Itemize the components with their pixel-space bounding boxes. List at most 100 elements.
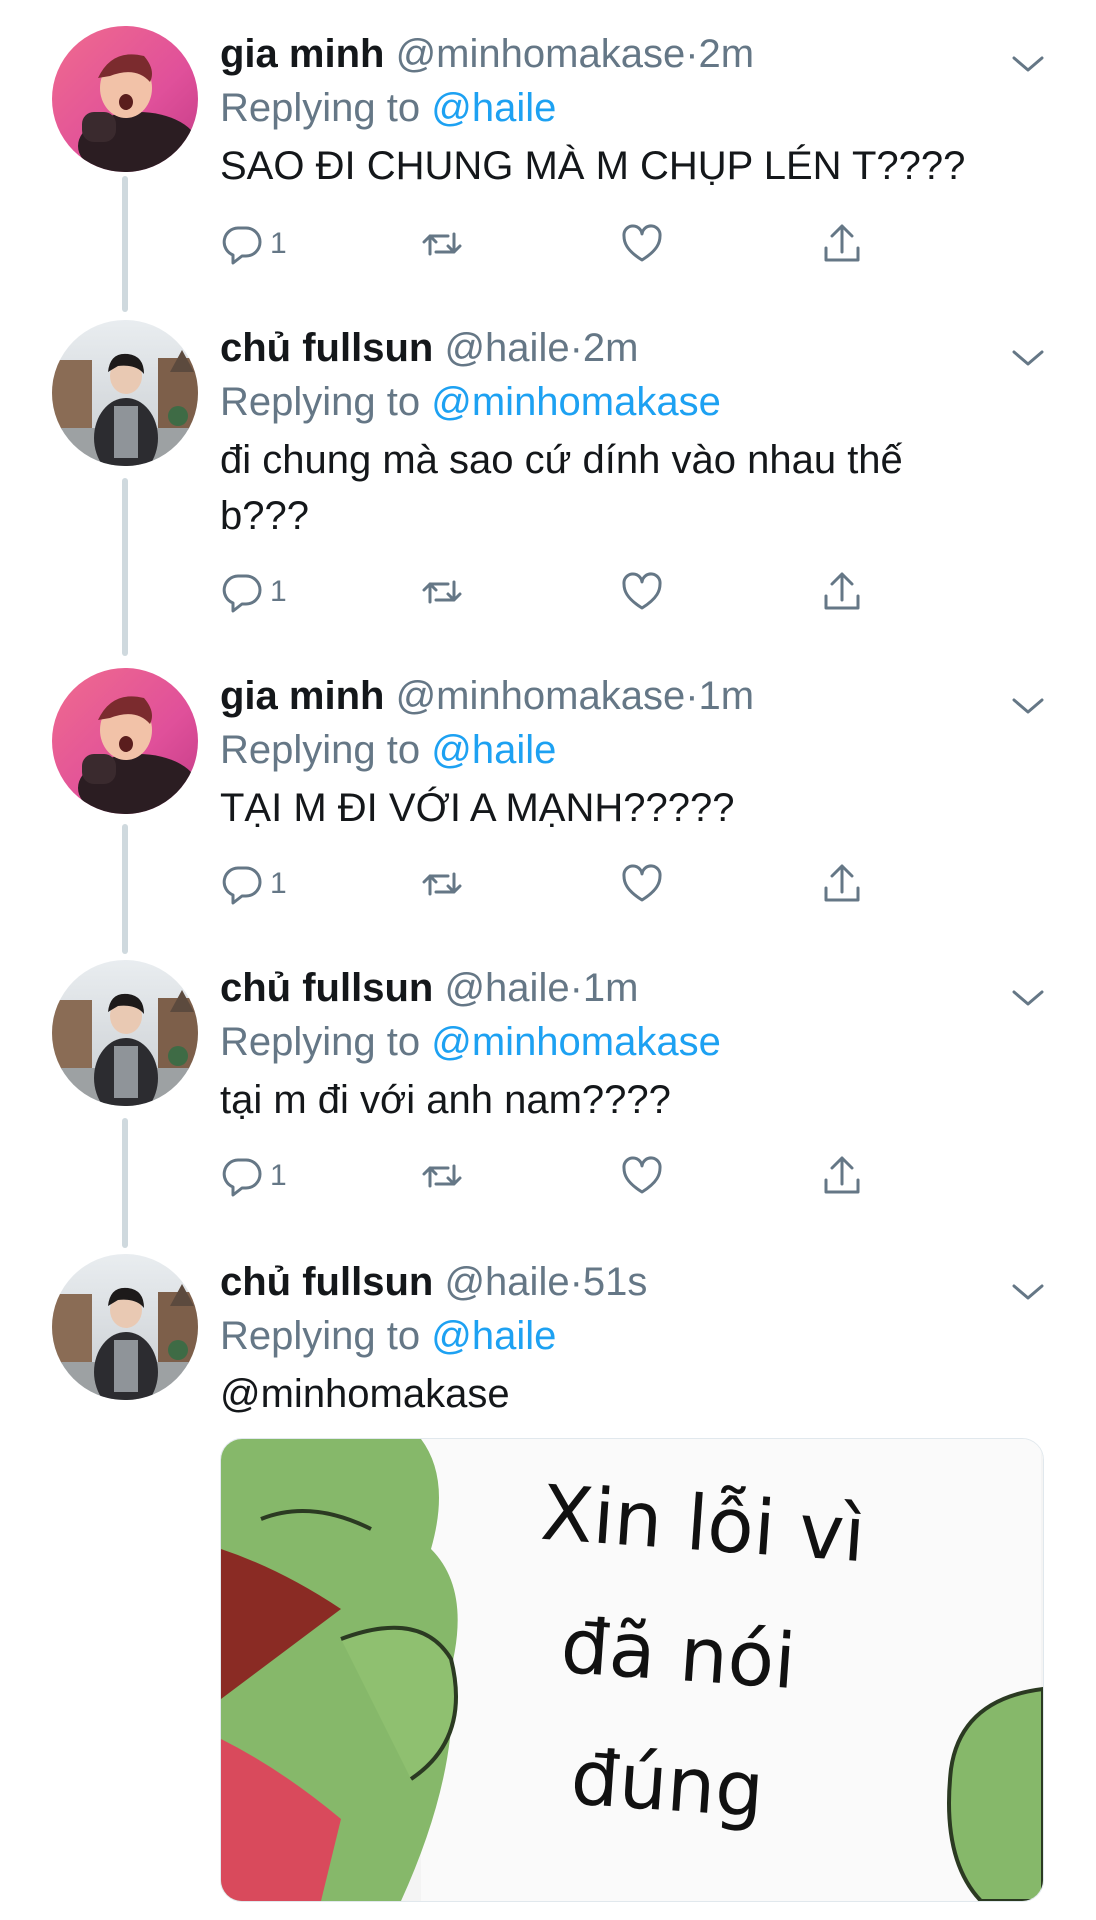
- tweet-text: tại m đi với anh nam????: [220, 1078, 671, 1122]
- timestamp[interactable]: 1m: [699, 674, 755, 718]
- reply-button[interactable]: 1: [220, 220, 287, 268]
- meme-caption-line: đúng: [568, 1732, 767, 1835]
- retweet-button[interactable]: [420, 1152, 464, 1200]
- tweet-header: chủ fullsun @haile·1m: [220, 964, 638, 1012]
- like-button[interactable]: [620, 860, 664, 908]
- retweet-icon: [422, 1164, 462, 1188]
- separator-dot: ·: [569, 326, 583, 370]
- like-icon: [622, 224, 662, 262]
- user-handle[interactable]: @haile: [444, 1260, 569, 1304]
- timestamp[interactable]: 1m: [583, 966, 639, 1010]
- display-name[interactable]: chủ fullsun: [220, 326, 433, 370]
- replying-to: Replying to @minhomakase: [220, 378, 721, 426]
- reply-icon: [222, 1158, 262, 1197]
- reply-count: 1: [270, 1159, 287, 1192]
- tweet-text: TẠI M ĐI VỚI A MẠNH?????: [220, 786, 735, 830]
- display-name[interactable]: gia minh: [220, 674, 384, 718]
- retweet-button[interactable]: [420, 220, 464, 268]
- display-name[interactable]: chủ fullsun: [220, 966, 433, 1010]
- tweet-actions: 1: [220, 568, 900, 616]
- replying-prefix: Replying to: [220, 1314, 421, 1358]
- tweet-actions: 1: [220, 220, 900, 268]
- retweet-button[interactable]: [420, 568, 464, 616]
- tweet-text-mention[interactable]: @minhomakase: [220, 1366, 1000, 1422]
- share-button[interactable]: [820, 860, 864, 908]
- thread-line: [122, 1118, 128, 1248]
- replying-mention[interactable]: @minhomakase: [431, 1020, 721, 1064]
- share-icon: [824, 572, 860, 610]
- replying-to: Replying to @haile: [220, 726, 556, 774]
- chevron-down-icon[interactable]: [1008, 346, 1048, 370]
- chevron-down-icon[interactable]: [1008, 1280, 1048, 1304]
- tweet-header: gia minh @minhomakase·2m: [220, 30, 754, 78]
- avatar[interactable]: [52, 960, 198, 1106]
- like-button[interactable]: [620, 1152, 664, 1200]
- tweet-header: chủ fullsun @haile·2m: [220, 324, 638, 372]
- reply-button[interactable]: 1: [220, 860, 287, 908]
- separator-dot: ·: [685, 674, 699, 718]
- avatar[interactable]: [52, 26, 198, 172]
- tweet-text: SAO ĐI CHUNG MÀ M CHỤP LÉN T????: [220, 144, 966, 188]
- replying-mention[interactable]: @haile: [431, 728, 556, 772]
- user-handle[interactable]: @minhomakase: [396, 32, 686, 76]
- reply-button[interactable]: 1: [220, 1152, 287, 1200]
- retweet-button[interactable]: [420, 860, 464, 908]
- like-button[interactable]: [620, 568, 664, 616]
- thread-line: [122, 824, 128, 954]
- tweet-text: đi chung mà sao cứ dính vào nhau thế b??…: [220, 438, 903, 538]
- timestamp[interactable]: 2m: [583, 326, 639, 370]
- reply-icon: [222, 226, 262, 265]
- user-handle[interactable]: @haile: [444, 326, 569, 370]
- reply-button[interactable]: 1: [220, 568, 287, 616]
- share-icon: [824, 864, 860, 902]
- replying-to: Replying to @haile: [220, 84, 556, 132]
- retweet-icon: [422, 872, 462, 896]
- avatar[interactable]: [52, 320, 198, 466]
- separator-dot: ·: [569, 966, 583, 1010]
- share-icon: [824, 224, 860, 262]
- avatar[interactable]: [52, 668, 198, 814]
- avatar[interactable]: [52, 1254, 198, 1400]
- timestamp[interactable]: 51s: [583, 1260, 648, 1304]
- reply-count: 1: [270, 867, 287, 900]
- separator-dot: ·: [569, 1260, 583, 1304]
- reply-icon: [222, 866, 262, 905]
- chevron-down-icon[interactable]: [1008, 986, 1048, 1010]
- replying-mention[interactable]: @haile: [431, 86, 556, 130]
- share-button[interactable]: [820, 220, 864, 268]
- thread-line: [122, 478, 128, 656]
- like-button[interactable]: [620, 220, 664, 268]
- replying-prefix: Replying to: [220, 1020, 421, 1064]
- separator-dot: ·: [685, 32, 699, 76]
- retweet-icon: [422, 232, 462, 256]
- tweet-image[interactable]: Xin lỗi vì đã nói đúng: [220, 1438, 1044, 1902]
- chevron-down-icon[interactable]: [1008, 52, 1048, 76]
- replying-to: Replying to @haile: [220, 1312, 556, 1360]
- replying-prefix: Replying to: [220, 86, 421, 130]
- retweet-icon: [422, 580, 462, 604]
- like-icon: [622, 1156, 662, 1194]
- reply-icon: [222, 574, 262, 613]
- timestamp[interactable]: 2m: [699, 32, 755, 76]
- reply-count: 1: [270, 575, 287, 608]
- chevron-down-icon[interactable]: [1008, 694, 1048, 718]
- display-name[interactable]: chủ fullsun: [220, 1260, 433, 1304]
- replying-to: Replying to @minhomakase: [220, 1018, 721, 1066]
- reply-count: 1: [270, 227, 287, 260]
- thread-line: [122, 176, 128, 312]
- replying-mention[interactable]: @minhomakase: [431, 380, 721, 424]
- share-button[interactable]: [820, 568, 864, 616]
- replying-mention[interactable]: @haile: [431, 1314, 556, 1358]
- like-icon: [622, 572, 662, 610]
- tweet-actions: 1: [220, 860, 900, 908]
- share-icon: [824, 1156, 860, 1194]
- meme-caption-line: đã nói: [558, 1600, 799, 1707]
- user-handle[interactable]: @minhomakase: [396, 674, 686, 718]
- display-name[interactable]: gia minh: [220, 32, 384, 76]
- user-handle[interactable]: @haile: [444, 966, 569, 1010]
- share-button[interactable]: [820, 1152, 864, 1200]
- tweet-actions: 1: [220, 1152, 900, 1200]
- replying-prefix: Replying to: [220, 728, 421, 772]
- like-icon: [622, 864, 662, 902]
- tweet-header: gia minh @minhomakase·1m: [220, 672, 754, 720]
